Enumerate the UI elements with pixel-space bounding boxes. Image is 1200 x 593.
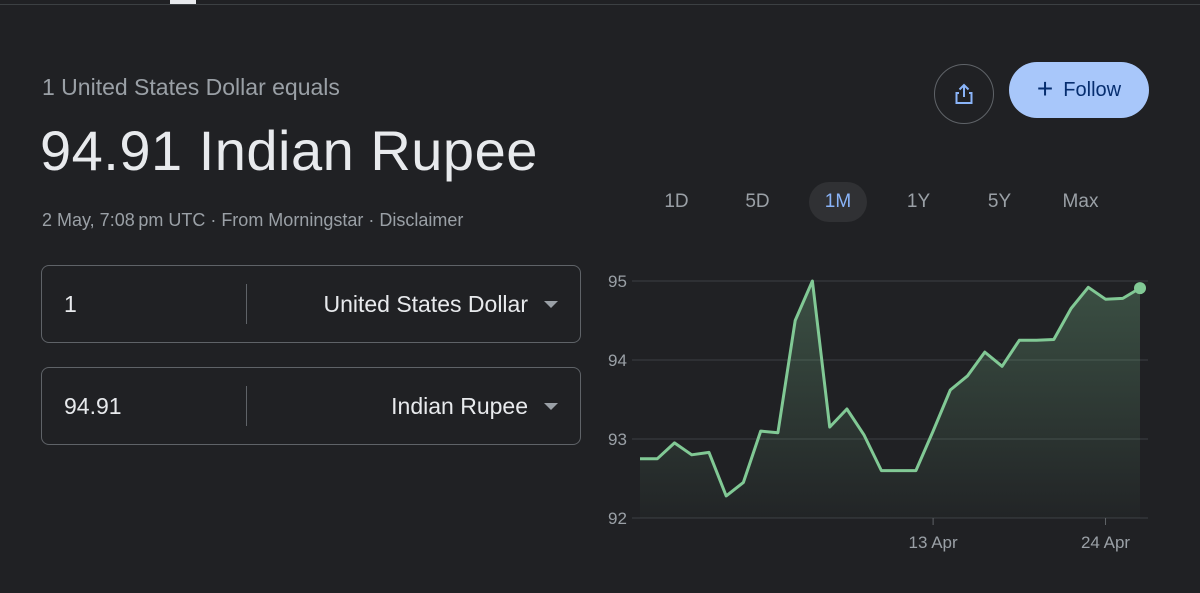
follow-label: Follow: [1063, 78, 1122, 101]
time-range-tabs: 1D 5D 1M 1Y 5Y Max: [636, 182, 1146, 222]
follow-button[interactable]: + Follow: [1009, 62, 1149, 118]
y-tick-label: 95: [608, 272, 627, 291]
range-5y[interactable]: 5Y: [959, 182, 1040, 222]
rate-meta: 2 May, 7:08 pm UTC · From Morningstar · …: [42, 210, 464, 230]
range-1d[interactable]: 1D: [636, 182, 717, 222]
exchange-rate-chart[interactable]: 95 94 93 92 13 Apr 24 Apr: [590, 255, 1160, 565]
y-tick-label: 92: [608, 509, 627, 528]
x-tick-label: 24 Apr: [1081, 533, 1130, 552]
top-tab-bar: [0, 0, 1200, 5]
y-tick-label: 93: [608, 430, 627, 449]
conversion-rate: 94.91 Indian Rupee: [40, 119, 538, 182]
active-tab-indicator: [170, 0, 196, 4]
share-button[interactable]: [934, 64, 994, 124]
y-tick-label: 94: [608, 351, 627, 370]
to-currency-label: Indian Rupee: [391, 392, 528, 419]
from-currency-row: 1 United States Dollar: [41, 265, 581, 343]
range-1m[interactable]: 1M: [809, 182, 867, 222]
to-currency-select[interactable]: Indian Rupee: [247, 393, 580, 420]
chart-endpoint-marker: [1134, 282, 1146, 295]
dropdown-caret-icon: [544, 300, 558, 308]
plus-icon: +: [1036, 73, 1054, 104]
range-1y[interactable]: 1Y: [878, 182, 959, 222]
from-currency-select[interactable]: United States Dollar: [247, 291, 580, 318]
to-amount-input[interactable]: 94.91: [42, 393, 246, 420]
conversion-subtitle: 1 United States Dollar equals: [42, 74, 340, 100]
to-currency-row: 94.91 Indian Rupee: [41, 367, 581, 445]
dropdown-caret-icon: [544, 402, 558, 410]
from-amount-input[interactable]: 1: [42, 291, 246, 318]
share-icon: [955, 83, 973, 104]
from-currency-label: United States Dollar: [323, 290, 528, 317]
range-max[interactable]: Max: [1040, 182, 1121, 222]
range-5d[interactable]: 5D: [717, 182, 798, 222]
x-tick-label: 13 Apr: [909, 533, 958, 552]
